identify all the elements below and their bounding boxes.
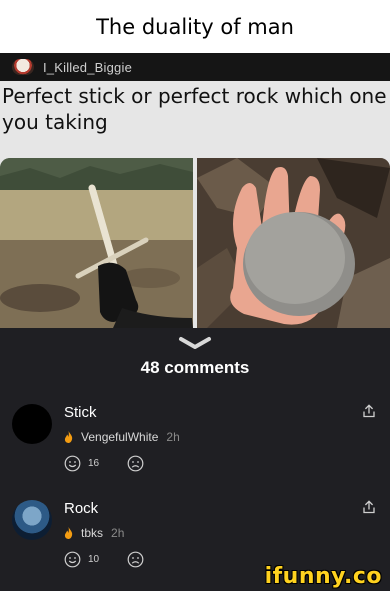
frown-icon[interactable] (127, 455, 144, 472)
flame-icon (64, 431, 73, 443)
comment-meta: VengefulWhite 2h (64, 430, 180, 444)
comment-like-count: 16 (88, 458, 100, 469)
post-text: Perfect stick or perfect rock which one … (2, 84, 387, 134)
share-icon[interactable] (362, 500, 376, 514)
comment-timestamp: 2h (166, 430, 180, 444)
stick-photo[interactable] (0, 158, 193, 328)
comment-meta: tbks 2h (64, 526, 124, 540)
flame-icon (64, 527, 73, 539)
frown-icon[interactable] (127, 551, 144, 568)
smile-icon[interactable] (64, 455, 81, 472)
comments-section: 48 comments Stick VengefulWhite 2h 16 Ro… (0, 328, 390, 591)
rock-photo-illustration (197, 158, 390, 328)
comment-text: Rock (64, 500, 99, 517)
commenter-avatar[interactable] (12, 500, 52, 540)
smile-icon[interactable] (64, 551, 81, 568)
comment-username[interactable]: tbks (81, 526, 103, 540)
chevron-down-icon[interactable] (177, 336, 213, 350)
comment-username[interactable]: VengefulWhite (81, 430, 158, 444)
ifunny-watermark: ifunny.co (264, 564, 382, 589)
share-icon[interactable] (362, 404, 376, 418)
author-username[interactable]: I_Killed_Biggie (43, 60, 132, 75)
comment-timestamp: 2h (111, 526, 125, 540)
meme-caption: The duality of man (0, 0, 390, 53)
comment-actions: 16 (64, 455, 144, 472)
comment-text: Stick (64, 404, 97, 421)
post-card: Perfect stick or perfect rock which one … (0, 81, 390, 160)
comments-count[interactable]: 48 comments (0, 358, 390, 378)
author-avatar[interactable] (12, 59, 34, 75)
post-images[interactable] (0, 158, 390, 328)
post-author-bar[interactable]: I_Killed_Biggie (0, 53, 390, 81)
commenter-avatar[interactable] (12, 404, 52, 444)
comment-like-count: 10 (88, 554, 100, 565)
stick-photo-illustration (0, 158, 193, 328)
rock-photo[interactable] (197, 158, 390, 328)
comment-actions: 10 (64, 551, 144, 568)
